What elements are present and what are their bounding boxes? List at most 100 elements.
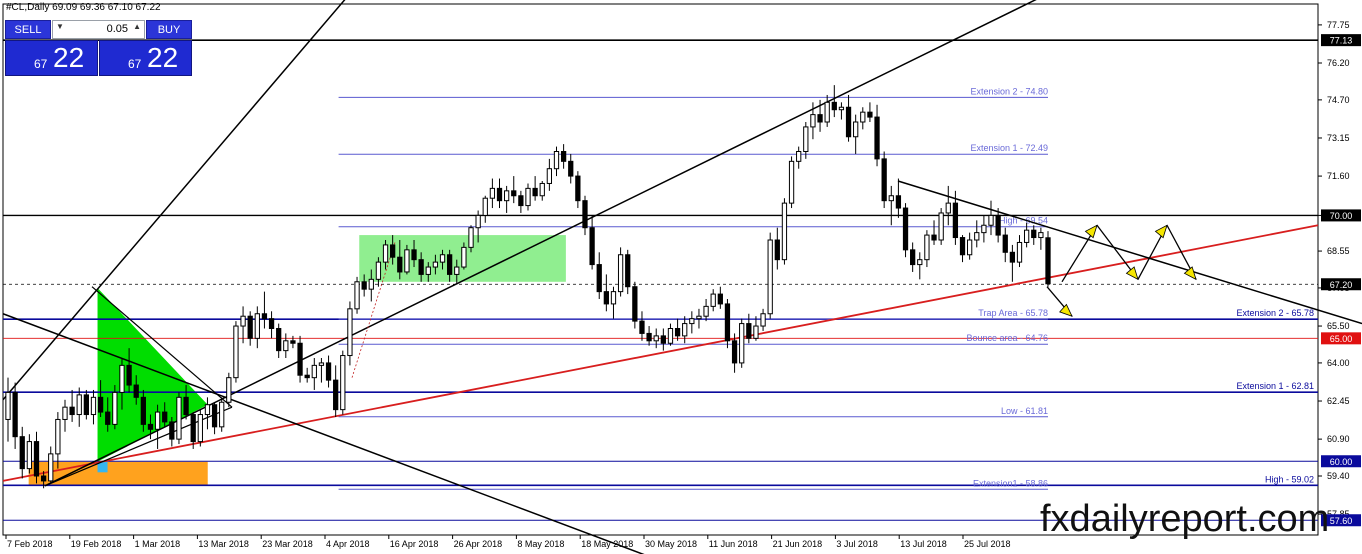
candle	[233, 321, 239, 383]
candle-body	[938, 212, 944, 241]
blue-level-label: Extension 2 - 65.78	[1236, 308, 1314, 318]
x-tick-label: 13 Jul 2018	[900, 539, 947, 549]
candle-body	[119, 364, 125, 393]
watermark-logo: fxdailyreport.com	[1040, 498, 1330, 540]
y-tick-label: 77.75	[1327, 20, 1350, 30]
candle-body	[183, 396, 189, 416]
candle-body	[347, 308, 353, 357]
x-tick-label: 1 Mar 2018	[135, 539, 181, 549]
candle-body	[974, 232, 980, 241]
candle-body	[817, 114, 823, 123]
buy-button[interactable]: BUY	[146, 20, 192, 39]
candle	[902, 203, 909, 258]
x-tick-label: 11 Jun 2018	[709, 539, 758, 549]
price-tag-label: 65.00	[1330, 334, 1353, 344]
x-tick-label: 19 Feb 2018	[71, 539, 122, 549]
candle	[881, 151, 887, 209]
lot-decrease-icon[interactable]: ▼	[56, 22, 64, 31]
candle-body	[1002, 234, 1008, 253]
candle-body	[739, 323, 745, 364]
candle-body	[682, 323, 688, 337]
candle-body	[824, 101, 830, 123]
candle	[788, 156, 795, 209]
candle-body	[283, 340, 289, 352]
candle-body	[653, 335, 659, 342]
price-tag-label: 60.00	[1330, 457, 1353, 467]
candle-body	[133, 384, 139, 398]
candle-body	[468, 227, 474, 248]
x-tick-label: 4 Apr 2018	[326, 539, 370, 549]
y-tick-label: 62.45	[1327, 396, 1350, 406]
candle-body	[69, 406, 75, 416]
candle-body	[568, 160, 574, 177]
candle-body	[917, 259, 923, 266]
buy-price-box[interactable]: 67 22	[99, 40, 192, 76]
candle-body	[845, 106, 852, 138]
candle-body	[219, 401, 225, 428]
sell-button[interactable]: SELL	[5, 20, 51, 39]
candle	[347, 301, 353, 366]
y-tick-label: 59.40	[1327, 471, 1350, 481]
candle	[297, 335, 303, 383]
candle	[739, 318, 745, 368]
candle-body	[447, 254, 453, 275]
candle-body	[895, 195, 902, 209]
candle-body	[1023, 229, 1030, 243]
candle-body	[247, 315, 253, 339]
x-tick-label: 23 Mar 2018	[262, 539, 313, 549]
candle-body	[746, 323, 752, 339]
lot-increase-icon[interactable]: ▲	[133, 22, 141, 31]
price-chart[interactable]: Extension 2 - 65.78 Extension 1 - 62.81 Hi…	[0, 0, 1362, 554]
lot-size-input[interactable]: ▼ 0.05 ▲	[52, 20, 145, 39]
candle-body	[617, 254, 624, 293]
y-tick-label: 60.90	[1327, 434, 1350, 444]
fib-level-label: Trap Area - 65.78	[978, 308, 1048, 318]
candle-body	[268, 318, 275, 329]
sell-price-big: 22	[53, 42, 85, 73]
candle	[340, 350, 346, 415]
candle-body	[731, 340, 738, 364]
candle-body	[603, 291, 609, 305]
candle-body	[375, 261, 382, 280]
candle-body	[390, 244, 396, 258]
candle-body	[703, 305, 709, 317]
candle-body	[261, 313, 268, 320]
candle-body	[696, 315, 702, 320]
candle	[226, 372, 232, 408]
candle-body	[240, 315, 246, 327]
y-tick-label: 76.20	[1327, 58, 1350, 68]
candle-body	[660, 335, 666, 344]
candle	[767, 232, 773, 319]
candle-body	[233, 325, 239, 379]
price-tag-label: 57.60	[1330, 516, 1353, 526]
lot-size-value: 0.05	[106, 23, 128, 35]
candle-body	[432, 261, 439, 268]
y-tick-label: 68.55	[1327, 246, 1350, 256]
candle-body	[26, 441, 33, 470]
candle-body	[853, 121, 859, 138]
y-tick-label: 71.60	[1327, 171, 1350, 181]
candle-body	[589, 227, 595, 266]
candle-body	[354, 281, 360, 310]
candle-body	[646, 332, 652, 342]
candle-body	[97, 396, 104, 413]
candle	[176, 392, 182, 445]
buy-price-big: 22	[147, 42, 179, 73]
candle	[83, 389, 89, 420]
candle-body	[361, 281, 367, 290]
candle	[1045, 231, 1051, 287]
candle-body	[48, 453, 54, 482]
candle-body	[1031, 229, 1037, 239]
candle-body	[525, 187, 531, 207]
candle-body	[425, 266, 431, 275]
price-tag-label: 67.20	[1330, 280, 1353, 290]
candle-body	[760, 313, 766, 327]
candle	[404, 244, 410, 275]
candle-body	[518, 195, 524, 207]
candle-body	[105, 411, 111, 425]
fib-level-label: Extension 2 - 74.80	[970, 86, 1048, 96]
candle-body	[190, 414, 196, 443]
candle-body	[596, 264, 602, 293]
candle-body	[454, 266, 460, 275]
sell-price-box[interactable]: 67 22	[5, 40, 98, 76]
